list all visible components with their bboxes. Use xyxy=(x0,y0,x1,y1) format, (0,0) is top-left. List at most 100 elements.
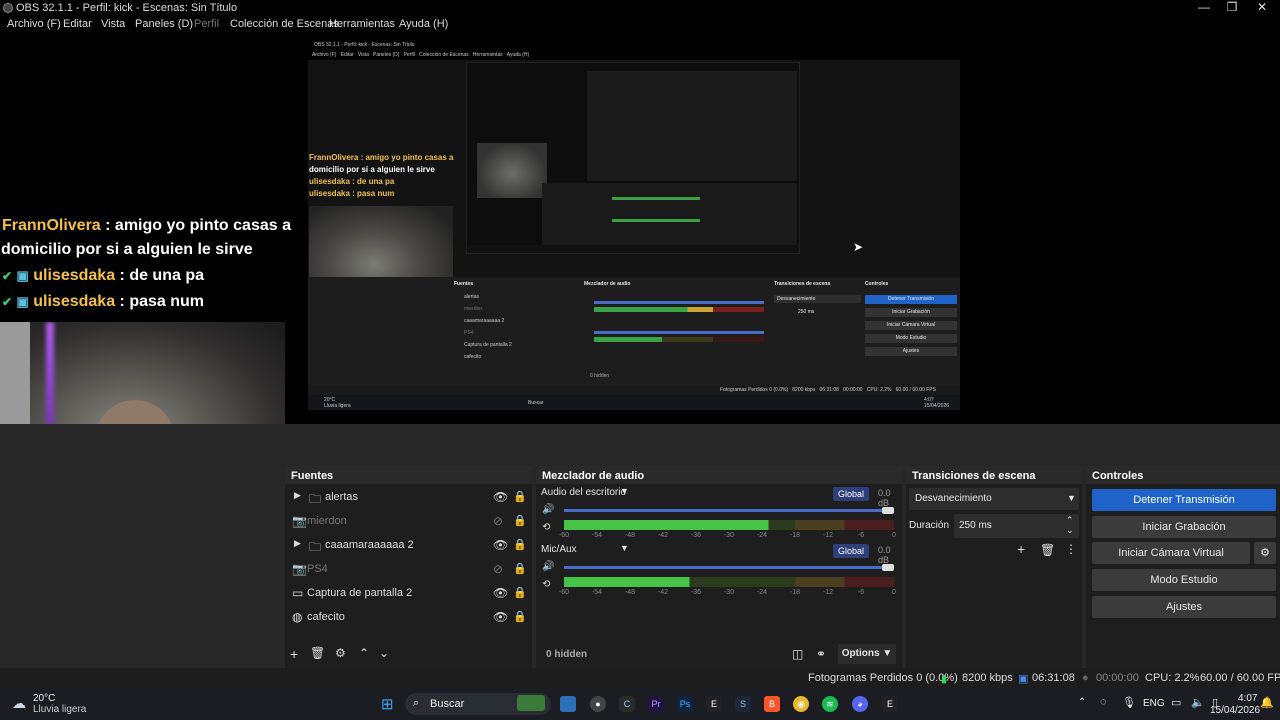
obs-icon[interactable]: ● xyxy=(590,696,606,712)
meter-tick-label: -24 xyxy=(756,589,768,596)
add-transition-icon[interactable]: + xyxy=(1017,541,1025,557)
studio-mode-button[interactable]: Modo Estudio xyxy=(1092,569,1276,591)
tray-chevron-icon[interactable]: ⌃ xyxy=(1078,697,1086,708)
menu-paneles[interactable]: Paneles (D) xyxy=(135,18,193,30)
lock-icon[interactable]: 🔒 xyxy=(513,538,527,551)
remove-source-icon[interactable]: 🗑 xyxy=(310,646,325,660)
eye-icon[interactable]: 👁 xyxy=(493,586,508,600)
lock-icon[interactable]: 🔒 xyxy=(513,586,527,599)
global-badge: Global xyxy=(833,487,870,501)
clock-date[interactable]: 15/04/2026 xyxy=(1210,705,1260,716)
source-row-mierdon[interactable]: 📷 mierdon ⊘ 🔒 xyxy=(285,509,531,533)
taskbar-search[interactable]: ⌕ Buscar xyxy=(405,693,551,715)
menu-archivo[interactable]: Archivo (F) xyxy=(7,18,61,30)
microphone-icon[interactable]: 🎙 xyxy=(1122,696,1136,709)
mixer-layout-icon[interactable]: ◫ xyxy=(792,647,803,661)
weather-desc[interactable]: Lluvia ligera xyxy=(33,704,86,715)
weather-temp[interactable]: 20°C xyxy=(33,693,55,704)
source-properties-icon[interactable]: ⚙ xyxy=(335,646,346,660)
notifications-icon[interactable]: 🔔 xyxy=(1260,696,1274,709)
nested-chat-line: ulisesdaka : pasa num xyxy=(309,189,395,198)
channel-menu-dropdown[interactable]: ▼ xyxy=(620,486,629,496)
epic-games-icon[interactable]: E xyxy=(706,696,722,712)
transition-more-icon[interactable]: ⋮ xyxy=(1065,542,1077,556)
file-explorer-icon[interactable] xyxy=(560,696,576,712)
steam-icon[interactable]: S xyxy=(735,696,751,712)
meter-tick-label: -6 xyxy=(857,589,865,596)
clock-time[interactable]: 4:07 xyxy=(1238,693,1257,704)
language-indicator[interactable]: ENG xyxy=(1143,698,1165,709)
epic-games-2-icon[interactable]: E xyxy=(882,696,898,712)
discord-icon[interactable]: ◕ xyxy=(852,696,868,712)
source-row-ps4[interactable]: 📷 PS4 ⊘ 🔒 xyxy=(285,557,531,581)
brave-icon[interactable]: B xyxy=(764,696,780,712)
move-down-icon[interactable]: ⌄ xyxy=(379,646,389,660)
move-up-icon[interactable]: ⌃ xyxy=(359,646,369,660)
lock-icon[interactable]: 🔒 xyxy=(513,610,527,623)
lock-icon[interactable]: 🔒 xyxy=(513,514,527,527)
start-recording-button[interactable]: Iniciar Grabación xyxy=(1092,516,1276,538)
nested-ctl-button: Ajustes xyxy=(865,347,957,356)
menu-editar[interactable]: Editar xyxy=(63,18,92,30)
source-row-caaamaraaaaaa-2[interactable]: ▶ 🗀 caaamaraaaaaa 2 👁 🔒 xyxy=(285,533,531,557)
menu-vista[interactable]: Vista xyxy=(101,18,125,30)
start-virtual-camera-button[interactable]: Iniciar Cámara Virtual xyxy=(1092,542,1250,564)
mixer-link-icon[interactable]: ⚭ xyxy=(816,647,826,661)
channel-menu-dropdown[interactable]: ▼ xyxy=(620,543,629,553)
options-dropdown[interactable]: Options ▼ xyxy=(838,644,896,664)
lock-icon[interactable]: 🔒 xyxy=(513,562,527,575)
spotify-icon[interactable]: ≋ xyxy=(822,696,838,712)
volume-slider-handle[interactable] xyxy=(882,507,894,514)
channel-name: Mic/Aux xyxy=(541,544,577,555)
eye-hidden-icon[interactable]: ⊘ xyxy=(493,562,503,576)
stop-streaming-button[interactable]: Detener Transmisión xyxy=(1092,489,1276,511)
expand-arrow-icon[interactable]: ▶ xyxy=(294,538,301,549)
remove-transition-icon[interactable]: 🗑 xyxy=(1040,543,1055,557)
source-row-captura-pantalla-2[interactable]: ▭ Captura de pantalla 2 👁 🔒 xyxy=(285,581,531,605)
eye-icon[interactable]: 👁 xyxy=(493,538,508,552)
volume-slider[interactable] xyxy=(564,566,894,569)
chrome-icon[interactable]: ◉ xyxy=(793,696,809,712)
monitor-headphones-icon[interactable]: ⟲ xyxy=(542,579,550,590)
volume-icon[interactable]: 🔈 xyxy=(1191,696,1205,709)
source-label: PS4 xyxy=(307,563,328,575)
volume-slider-handle[interactable] xyxy=(882,564,894,571)
menu-coleccion-escenas[interactable]: Colección de Escenas xyxy=(230,18,339,30)
eye-icon[interactable]: 👁 xyxy=(493,610,508,624)
chat-message-3: ✔ ▣ ulisesdaka : pasa num xyxy=(2,293,204,311)
duration-spinbox[interactable]: 250 ms ⌃ ⌄ xyxy=(954,514,1079,538)
ccleaner-icon[interactable]: C xyxy=(619,696,635,712)
transition-select[interactable]: Desvanecimiento ▼ xyxy=(909,488,1079,510)
speaker-icon[interactable]: 🔊 xyxy=(542,561,554,572)
speaker-icon[interactable]: 🔊 xyxy=(542,504,554,515)
lock-icon[interactable]: 🔒 xyxy=(513,490,527,503)
eye-hidden-icon[interactable]: ⊘ xyxy=(493,514,503,528)
settings-button[interactable]: Ajustes xyxy=(1092,596,1276,618)
camera-icon: 📷 xyxy=(292,514,307,528)
add-source-icon[interactable]: + xyxy=(290,646,298,662)
network-icon[interactable]: ▭ xyxy=(1171,696,1181,709)
nested-date: 15/04/2026 xyxy=(924,403,950,409)
maximize-button[interactable]: ❐ xyxy=(1216,0,1248,16)
menu-herramientas[interactable]: Herramientas xyxy=(329,18,395,30)
eye-icon[interactable]: 👁 xyxy=(493,490,508,504)
premiere-icon[interactable]: Pr xyxy=(648,696,664,712)
volume-slider[interactable] xyxy=(564,509,894,512)
nested-source: cafecito xyxy=(464,354,482,360)
tray-app-icon[interactable]: ◌ xyxy=(1100,696,1107,708)
transitions-dock: Transiciones de escena Desvanecimiento ▼… xyxy=(906,466,1082,668)
photoshop-icon[interactable]: Ps xyxy=(677,696,693,712)
nested-level2-meter xyxy=(612,219,700,222)
subscriber-badge-icon: ▣ xyxy=(16,268,29,283)
windows-start-icon[interactable]: ⊞ xyxy=(381,695,394,713)
source-row-cafecito[interactable]: ◍ cafecito 👁 🔒 xyxy=(285,605,531,629)
source-row-alertas[interactable]: ▶ 🗀 alertas 👁 🔒 xyxy=(285,485,531,509)
virtual-camera-settings-icon[interactable]: ⚙ xyxy=(1254,542,1276,564)
menu-perfil[interactable]: Perfil xyxy=(194,18,219,30)
expand-arrow-icon[interactable]: ▶ xyxy=(294,490,301,501)
menu-ayuda[interactable]: Ayuda (H) xyxy=(399,18,448,30)
weather-cloud-icon[interactable]: ☁ xyxy=(12,695,26,712)
close-button[interactable]: ✕ xyxy=(1246,0,1278,16)
spin-down-icon[interactable]: ⌄ xyxy=(1066,525,1074,536)
monitor-headphones-icon[interactable]: ⟲ xyxy=(542,522,550,533)
